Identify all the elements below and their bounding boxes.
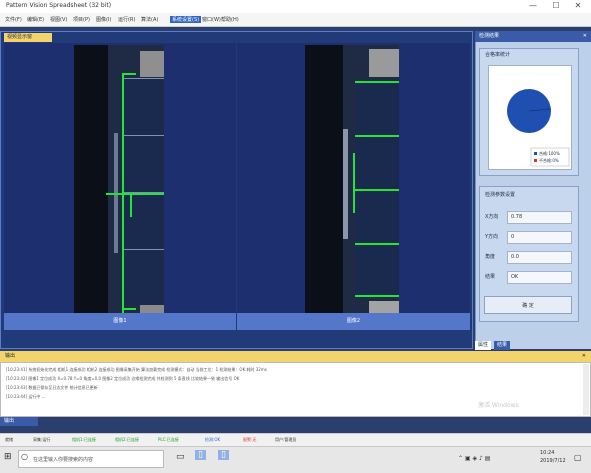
cell-segment	[355, 135, 399, 188]
confirm-button[interactable]: 确 定	[484, 296, 572, 314]
menu-edit[interactable]: 编辑(E)	[27, 16, 44, 23]
tray-icons[interactable]: ⌃ ▣ ◈ ♪ ▤	[458, 455, 490, 462]
field-x-input[interactable]: 0.78	[507, 211, 572, 224]
detection-marker	[122, 308, 136, 310]
menu-bar: 文件(F) 编辑(E) 视图(V) 项目(P) 图像(I) 运行(R) 算法(A…	[0, 13, 591, 27]
camera-pane-1[interactable]: 图像1	[4, 43, 236, 330]
mechanical-part-top	[140, 51, 164, 77]
legend-fail: 不合格:0%	[539, 158, 559, 163]
cell-segment	[355, 189, 399, 242]
field-label-angle: 角度	[485, 254, 496, 260]
maximize-button[interactable]: ☐	[551, 1, 561, 10]
app-icon[interactable]: ▯	[195, 450, 206, 460]
notification-icon[interactable]: ▢	[574, 453, 582, 462]
menu-run[interactable]: 运行(R)	[118, 16, 135, 23]
tab-output[interactable]: 输出	[0, 417, 38, 426]
status-item: 就绪	[5, 437, 13, 442]
params-group-label: 检测参数设置	[485, 192, 516, 198]
detection-marker	[122, 73, 136, 75]
status-item: 用户:管理员	[275, 437, 297, 442]
detection-line	[355, 295, 399, 297]
close-button[interactable]: ✕	[573, 1, 583, 10]
menu-algorithm[interactable]: 算法(A)	[141, 16, 158, 23]
cell-segment	[124, 249, 164, 305]
log-line: [10:23:41] 系统初始化完成 相机1 连接成功 相机2 连接成功 图像采…	[6, 367, 267, 372]
field-label-result: 结果	[485, 274, 496, 280]
output-panel-title: 输出	[5, 353, 16, 359]
window-title: Pattern Vision Spreadsheet (32 bit)	[6, 2, 112, 9]
stats-group-label: 合格率统计	[485, 52, 511, 58]
cell-segment	[355, 81, 399, 134]
minimize-button[interactable]: —	[528, 1, 538, 10]
close-icon[interactable]: ✕	[582, 351, 586, 362]
status-bar: 就绪 采集:运行 相机1:已连接 相机2:已连接 PLC:已连接 检测:OK 报…	[0, 433, 591, 446]
field-label-x: X方向	[485, 214, 499, 220]
menu-view[interactable]: 视图(V)	[50, 16, 67, 23]
status-item: 报警:无	[243, 437, 257, 442]
menu-file[interactable]: 文件(F)	[5, 16, 22, 23]
log-line: [10:23:42] 图像1 定位成功 X=0.78 Y=0 角度=0.0 图像…	[6, 376, 240, 381]
pie-chart-svg	[507, 89, 570, 167]
windows-activation-watermark: 激活 Windows	[478, 402, 519, 409]
log-scrollbar[interactable]	[583, 364, 589, 415]
app-icon[interactable]: ▯	[218, 450, 229, 460]
status-item: 检测:OK	[205, 437, 221, 442]
menu-image[interactable]: 图像(I)	[96, 16, 111, 23]
output-panel-header: 输出 ✕	[0, 351, 591, 362]
tab-results[interactable]: 结果	[494, 341, 511, 350]
status-item: PLC:已连接	[158, 437, 179, 442]
legend-swatch-pass	[534, 152, 537, 155]
task-view-icon[interactable]: ▭	[176, 452, 185, 462]
menu-window[interactable]: 窗口(W)	[202, 16, 221, 23]
field-label-y: Y方向	[485, 234, 499, 240]
clock-date[interactable]: 2019/7/12	[540, 458, 566, 464]
menu-project[interactable]: 项目(P)	[73, 16, 90, 23]
taskbar-search-input[interactable]: 在这里输入你要搜索的内容	[18, 450, 164, 468]
pane-label: 图像2	[237, 313, 470, 330]
cell-segment	[355, 243, 399, 296]
field-angle-input[interactable]: 0.0	[507, 251, 572, 264]
pane-label: 图像1	[4, 313, 236, 330]
tab-properties[interactable]: 属性	[475, 341, 492, 350]
guide-rail	[343, 129, 348, 239]
start-icon[interactable]: ⊞	[4, 452, 12, 462]
mechanical-part-top	[369, 49, 399, 77]
detection-line	[355, 189, 399, 191]
close-icon[interactable]: ✕	[583, 31, 587, 42]
cell-segment	[124, 78, 164, 134]
field-result-input[interactable]: OK	[507, 271, 572, 284]
detection-line	[355, 243, 399, 245]
detection-edge-line	[353, 153, 355, 213]
tab-video-display[interactable]: 视频显示窗	[4, 33, 52, 42]
detection-line	[355, 81, 399, 83]
title-bar: Pattern Vision Spreadsheet (32 bit) — ☐ …	[0, 0, 591, 13]
legend-swatch-fail	[534, 159, 537, 162]
menu-help[interactable]: 帮助(H)	[221, 16, 239, 23]
pie-chart: 合格:100% 不合格:0%	[488, 65, 572, 170]
status-item: 相机2:已连接	[115, 437, 139, 442]
status-item: 采集:运行	[33, 437, 51, 442]
result-panel-header: 检测结果 ✕	[475, 31, 591, 42]
clock-time[interactable]: 10:24	[540, 450, 554, 456]
camera-pane-2[interactable]: 图像2	[237, 43, 470, 330]
log-line: [10:23:43] 数据已保存至日志文件 统计信息已更新	[6, 385, 98, 390]
detection-marker	[130, 195, 132, 217]
menu-settings[interactable]: 系统设置(S)	[170, 16, 202, 23]
result-panel-title: 检测结果	[479, 33, 500, 39]
status-item: 相机1:已连接	[72, 437, 96, 442]
search-icon: ○	[21, 452, 28, 461]
legend-pass: 合格:100%	[539, 151, 560, 156]
detection-line	[106, 193, 164, 195]
cell-segment	[124, 135, 164, 191]
field-y-input[interactable]: 0	[507, 231, 572, 244]
detection-line	[355, 135, 399, 137]
